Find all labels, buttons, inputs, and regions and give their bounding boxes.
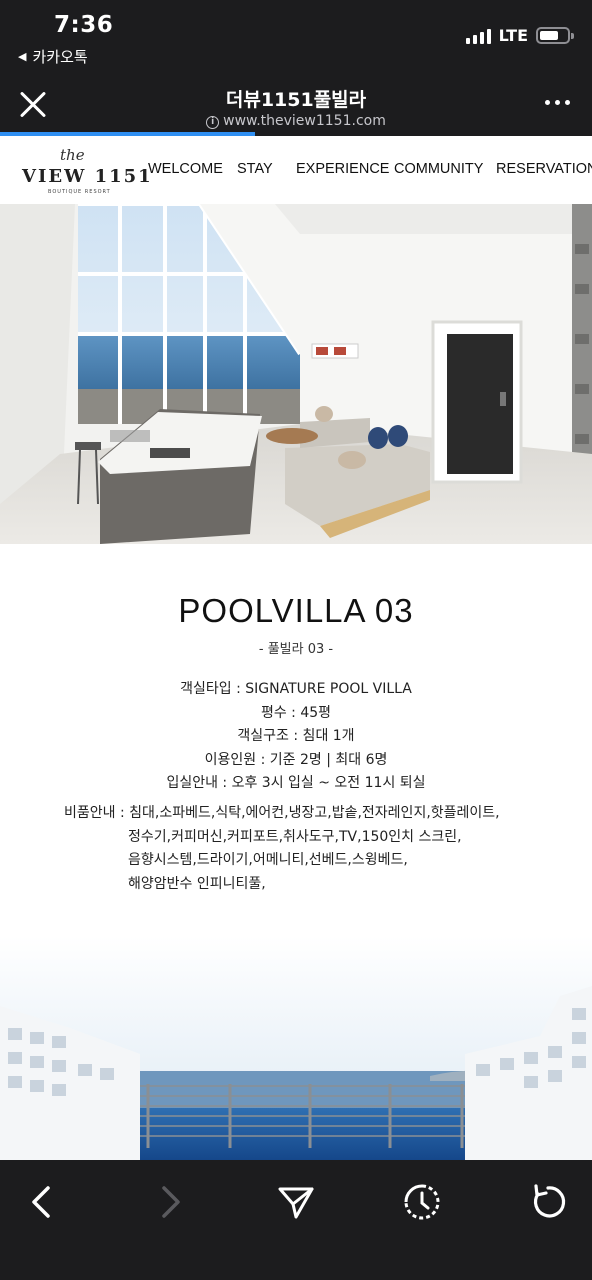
- cellular-signal-icon: [465, 28, 491, 44]
- logo-name: VIEW 1151: [22, 166, 153, 187]
- spec-room-type: 객실타입 : SIGNATURE POOL VILLA: [180, 681, 412, 697]
- history-button[interactable]: [398, 1178, 446, 1226]
- more-options-button[interactable]: [545, 100, 570, 105]
- amenities-line: 침대,소파베드,식탁,에어컨,냉장고,밥솥,전자레인지,핫플레이트,: [129, 805, 500, 821]
- room-subtitle: - 풀빌라 03 -: [258, 642, 334, 657]
- back-button[interactable]: [18, 1178, 66, 1226]
- page-url[interactable]: i www.theview1151.com: [0, 113, 592, 129]
- amenities-label: 비품안내 :: [64, 805, 130, 821]
- battery-icon: [536, 27, 574, 44]
- reload-icon: [533, 1184, 566, 1218]
- back-triangle-icon: ◀: [18, 50, 27, 63]
- nav-links: WELCOME STAY EXPERIENCE COMMUNITY RESERV…: [148, 161, 592, 177]
- nav-stay[interactable]: STAY: [237, 161, 296, 177]
- room-specs: 객실타입 : SIGNATURE POOL VILLA 평수 : 45평 객실구…: [0, 678, 592, 796]
- amenities-line: 정수기,커피머신,커피포트,취사도구,TV,150인치 스크린,: [128, 828, 462, 845]
- nav-experience[interactable]: EXPERIENCE: [296, 161, 394, 177]
- browser-header: 7:36 ◀ 카카오톡 LTE 더뷰1151풀빌라 i www.theview11…: [0, 0, 592, 136]
- nav-welcome[interactable]: WELCOME: [148, 161, 237, 177]
- spec-checkin: 입실안내 : 오후 3시 입실 ~ 오전 11시 퇴실: [166, 775, 426, 791]
- spec-structure: 객실구조 : 침대 1개: [237, 728, 355, 744]
- nav-community[interactable]: COMMUNITY: [394, 161, 496, 177]
- chevron-left-icon: [32, 1186, 50, 1218]
- reload-button[interactable]: [524, 1178, 572, 1226]
- browser-toolbar: [0, 1160, 592, 1280]
- amenities-line: 음향시스템,드라이기,어메니티,선베드,스윙베드,: [128, 852, 408, 868]
- logo-tagline: BOUTIQUE RESORT: [48, 189, 111, 195]
- chevron-right-icon: [162, 1186, 180, 1218]
- network-type: LTE: [498, 26, 528, 45]
- forward-button[interactable]: [146, 1178, 194, 1226]
- site-navigation: the VIEW 1151 BOUTIQUE RESORT WELCOME ST…: [0, 136, 592, 204]
- url-text: www.theview1151.com: [223, 113, 386, 129]
- infinity-pool-photo: [0, 936, 592, 1160]
- send-icon: [278, 1187, 314, 1219]
- amenities-list: 비품안내 : 침대,소파베드,식탁,에어컨,냉장고,밥솥,전자레인지,핫플레이트…: [64, 802, 534, 896]
- info-icon: i: [206, 116, 220, 129]
- room-title: POOLVILLA 03: [178, 592, 414, 629]
- spec-area: 평수 : 45평: [260, 704, 332, 721]
- page-title: 더뷰1151풀빌라: [225, 89, 367, 111]
- history-icon: [404, 1184, 440, 1220]
- status-indicators: LTE: [465, 26, 574, 45]
- back-app-label: 카카오톡: [32, 48, 88, 66]
- back-to-app-link[interactable]: ◀ 카카오톡: [18, 46, 88, 67]
- spec-capacity: 이용인원 : 기준 2명 | 최대 6명: [204, 751, 388, 768]
- status-time: 7:36: [54, 12, 114, 38]
- villa-interior-photo: [0, 204, 592, 544]
- share-button[interactable]: [272, 1178, 320, 1226]
- site-logo[interactable]: the VIEW 1151 BOUTIQUE RESORT: [20, 146, 151, 196]
- room-info-section: POOLVILLA 03 - 풀빌라 03 - 객실타입 : SIGNATURE…: [0, 544, 592, 936]
- logo-script: the: [60, 146, 85, 164]
- nav-reservation[interactable]: RESERVATION: [496, 161, 592, 177]
- amenities-line: 해양암반수 인피니티풀,: [128, 875, 266, 892]
- web-content: the VIEW 1151 BOUTIQUE RESORT WELCOME ST…: [0, 136, 592, 1160]
